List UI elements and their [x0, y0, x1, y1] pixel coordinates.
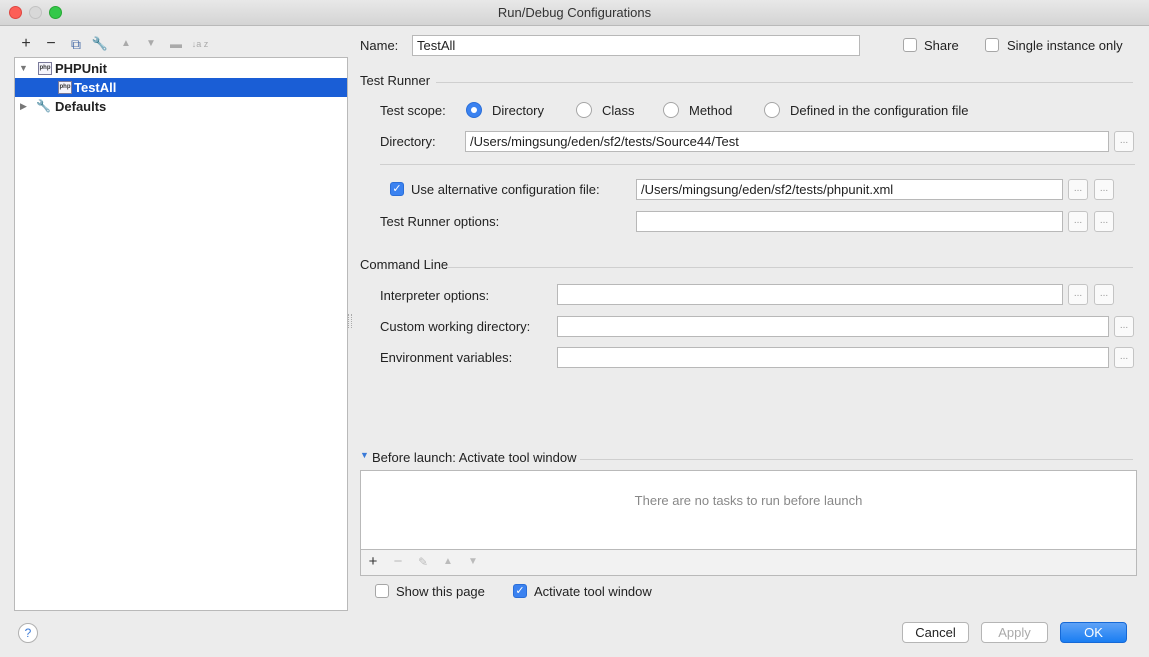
scope-config-file-label[interactable]: Defined in the configuration file [790, 103, 969, 118]
tree-item-defaults[interactable]: ▶ 🔧 Defaults [15, 97, 347, 116]
expanded-arrow-icon[interactable]: ▼ [19, 59, 28, 78]
section-divider [436, 82, 1133, 83]
move-down-icon[interactable]: ▼ [141, 34, 161, 54]
alt-config-input[interactable]: /Users/mingsung/eden/sf2/tests/phpunit.x… [636, 179, 1063, 200]
ok-button[interactable]: OK [1060, 622, 1127, 643]
runner-options-expand-button[interactable]: ... [1068, 211, 1088, 232]
section-divider [380, 164, 1135, 165]
cancel-button[interactable]: Cancel [902, 622, 969, 643]
interpreter-expand-button[interactable]: ... [1068, 284, 1088, 305]
add-task-button[interactable]: + [363, 553, 383, 571]
tree-item-label: Defaults [55, 99, 107, 114]
splitter-handle[interactable] [348, 314, 352, 328]
runner-options-label: Test Runner options: [380, 214, 500, 229]
move-task-down-icon[interactable]: ▼ [463, 553, 483, 571]
show-page-checkbox[interactable] [375, 584, 389, 598]
collapsed-arrow-icon[interactable]: ▶ [20, 97, 27, 116]
scope-directory-label[interactable]: Directory [492, 103, 544, 118]
before-launch-title[interactable]: Before launch: Activate tool window [372, 450, 577, 465]
interpreter-options-input[interactable] [557, 284, 1063, 305]
remove-task-button[interactable]: − [388, 553, 408, 571]
browse-directory-button[interactable]: ... [1114, 131, 1134, 152]
share-label[interactable]: Share [924, 38, 959, 53]
edit-config-button[interactable]: ... [1094, 179, 1114, 200]
single-instance-checkbox[interactable] [985, 38, 999, 52]
folder-icon[interactable]: ▬ [166, 34, 186, 54]
name-input[interactable]: TestAll [412, 35, 860, 56]
configuration-tree[interactable]: ▼ php PHPUnit php TestAll ▶ 🔧 Defaults [14, 57, 348, 611]
share-checkbox[interactable] [903, 38, 917, 52]
directory-input[interactable]: /Users/mingsung/eden/sf2/tests/Source44/… [465, 131, 1109, 152]
move-up-icon[interactable]: ▲ [116, 34, 136, 54]
phpunit-config-icon: php [58, 81, 72, 94]
before-launch-empty-text: There are no tasks to run before launch [634, 493, 863, 508]
tree-item-label: PHPUnit [55, 61, 107, 76]
name-label: Name: [360, 38, 399, 53]
section-divider [580, 459, 1133, 460]
test-scope-label: Test scope: [380, 103, 446, 118]
show-page-label[interactable]: Show this page [396, 584, 485, 599]
help-button[interactable]: ? [18, 623, 38, 643]
environment-variables-input[interactable] [557, 347, 1109, 368]
browse-config-button[interactable]: ... [1068, 179, 1088, 200]
add-configuration-button[interactable]: + [16, 34, 36, 54]
apply-button[interactable]: Apply [981, 622, 1048, 643]
command-line-section-title: Command Line [360, 257, 449, 272]
section-divider [448, 267, 1133, 268]
scope-method-radio[interactable] [663, 102, 679, 118]
directory-label: Directory: [380, 134, 436, 149]
tree-item-phpunit[interactable]: ▼ php PHPUnit [15, 59, 347, 78]
alt-config-checkbox[interactable]: ✓ [390, 182, 404, 196]
collapse-triangle-icon[interactable]: ▼ [360, 450, 369, 460]
remove-configuration-button[interactable]: − [41, 34, 61, 54]
interpreter-macro-button[interactable]: ... [1094, 284, 1114, 305]
working-directory-label: Custom working directory: [380, 319, 531, 334]
edit-defaults-icon[interactable]: 🔧 [90, 34, 110, 54]
runner-options-input[interactable] [636, 211, 1063, 232]
environment-variables-label: Environment variables: [380, 350, 513, 365]
activate-tool-window-checkbox[interactable]: ✓ [513, 584, 527, 598]
scope-config-file-radio[interactable] [764, 102, 780, 118]
scope-directory-radio[interactable] [466, 102, 482, 118]
browse-working-directory-button[interactable]: ... [1114, 316, 1134, 337]
phpunit-icon: php [38, 62, 52, 75]
scope-class-label[interactable]: Class [602, 103, 635, 118]
edit-task-icon[interactable]: ✎ [413, 553, 433, 571]
test-runner-section-title: Test Runner [360, 73, 431, 88]
single-instance-label[interactable]: Single instance only [1007, 38, 1123, 53]
sort-icon[interactable]: ↓a z [190, 34, 210, 54]
move-task-up-icon[interactable]: ▲ [438, 553, 458, 571]
runner-options-macro-button[interactable]: ... [1094, 211, 1114, 232]
window-title: Run/Debug Configurations [497, 5, 652, 20]
interpreter-options-label: Interpreter options: [380, 288, 490, 303]
scope-class-radio[interactable] [576, 102, 592, 118]
copy-configuration-icon[interactable]: ⧉ [66, 34, 86, 54]
working-directory-input[interactable] [557, 316, 1109, 337]
alt-config-label[interactable]: Use alternative configuration file: [411, 182, 600, 197]
activate-tool-window-label[interactable]: Activate tool window [534, 584, 652, 599]
scope-method-label[interactable]: Method [689, 103, 732, 118]
tree-item-testall[interactable]: php TestAll [15, 78, 347, 97]
wrench-icon: 🔧 [36, 99, 51, 113]
edit-environment-variables-button[interactable]: ... [1114, 347, 1134, 368]
tree-item-label: TestAll [74, 80, 117, 95]
